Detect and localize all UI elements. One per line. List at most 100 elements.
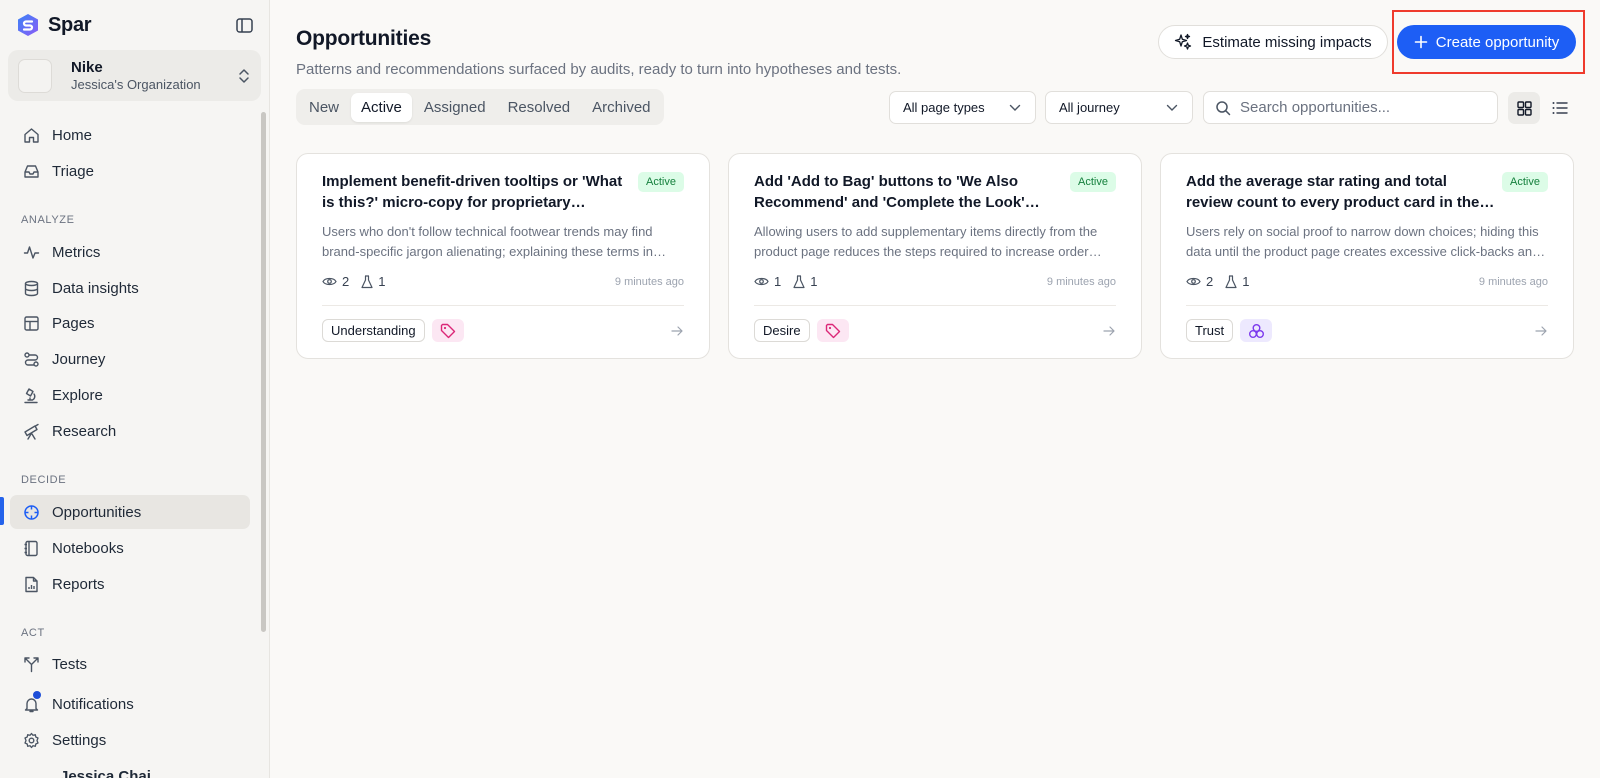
section-label-act: ACT bbox=[21, 627, 45, 639]
card-description: Users who don't follow technical footwea… bbox=[322, 224, 653, 259]
status-badge: Active bbox=[1502, 172, 1548, 192]
telescope-icon bbox=[22, 422, 40, 440]
tab-new[interactable]: New bbox=[299, 93, 349, 122]
brand-name: Spar bbox=[48, 13, 92, 36]
arrow-right-icon[interactable] bbox=[1102, 324, 1116, 338]
sidebar-item-label: Explore bbox=[52, 386, 103, 404]
sidebar-item-explore[interactable]: Explore bbox=[10, 378, 250, 412]
user-menu[interactable]: Jessica Chai... bbox=[60, 768, 163, 778]
sidebar-toggle-icon bbox=[235, 17, 253, 33]
activity-icon bbox=[22, 243, 40, 261]
estimate-label: Estimate missing impacts bbox=[1202, 33, 1372, 51]
sidebar-item-notifications[interactable]: Notifications bbox=[10, 687, 250, 721]
sidebar-item-tests[interactable]: Tests bbox=[10, 647, 250, 681]
microscope-icon bbox=[22, 386, 40, 404]
active-indicator bbox=[0, 497, 4, 525]
layout-icon bbox=[22, 314, 40, 332]
sidebar-item-data-insights[interactable]: Data insights bbox=[10, 271, 250, 305]
eye-icon bbox=[322, 277, 337, 286]
sidebar-item-notebooks[interactable]: Notebooks bbox=[10, 531, 250, 565]
circles-icon bbox=[1240, 319, 1273, 342]
sidebar-item-label: Opportunities bbox=[52, 503, 142, 521]
sidebar-item-label: Pages bbox=[52, 314, 95, 332]
views-count: 2 bbox=[342, 274, 350, 289]
card-stats: 1 1 bbox=[754, 274, 823, 289]
notebook-icon bbox=[22, 539, 40, 557]
page-subtitle: Patterns and recommendations surfaced by… bbox=[296, 61, 902, 78]
status-badge: Active bbox=[638, 172, 684, 192]
tab-archived[interactable]: Archived bbox=[582, 93, 660, 122]
status-badge: Active bbox=[1070, 172, 1116, 192]
database-icon bbox=[22, 279, 40, 297]
opportunity-card[interactable]: Add 'Add to Bag' buttons to 'We Also Rec… bbox=[728, 153, 1142, 359]
sidebar-item-opportunities[interactable]: Opportunities bbox=[10, 495, 250, 529]
list-view-button[interactable] bbox=[1544, 92, 1576, 124]
category-tag: Understanding bbox=[322, 319, 425, 342]
search-box[interactable] bbox=[1203, 91, 1498, 124]
arrow-right-icon[interactable] bbox=[670, 324, 684, 338]
category-tag: Trust bbox=[1186, 319, 1234, 342]
card-title: Implement benefit-driven tooltips or 'Wh… bbox=[322, 173, 623, 211]
flask-icon bbox=[361, 274, 373, 288]
tag-icon bbox=[816, 319, 849, 342]
sidebar-item-reports[interactable]: Reports bbox=[10, 567, 250, 601]
sidebar-item-journey[interactable]: Journey bbox=[10, 342, 250, 376]
tests-count: 1 bbox=[1242, 274, 1250, 289]
brand[interactable]: Spar bbox=[16, 12, 92, 38]
grid-view-button[interactable] bbox=[1508, 92, 1540, 124]
org-switcher[interactable]: Nike Jessica's Organization bbox=[8, 50, 261, 101]
card-description: Users rely on social proof to narrow dow… bbox=[1186, 224, 1540, 259]
highlight-annotation bbox=[1392, 10, 1585, 74]
sparkles-icon bbox=[1175, 33, 1192, 50]
search-input[interactable] bbox=[1240, 99, 1490, 116]
sidebar-item-label: Triage bbox=[52, 162, 94, 180]
chevron-down-icon bbox=[1009, 104, 1021, 111]
card-stats: 2 1 bbox=[1186, 274, 1255, 289]
journey-select[interactable]: All journey bbox=[1045, 91, 1193, 124]
sidebar-item-label: Journey bbox=[52, 350, 106, 368]
sidebar-item-pages[interactable]: Pages bbox=[10, 306, 250, 340]
crosshair-icon bbox=[22, 503, 40, 521]
views-count: 2 bbox=[1206, 274, 1214, 289]
search-icon bbox=[1216, 100, 1231, 115]
sidebar-item-triage[interactable]: Triage bbox=[10, 154, 250, 188]
chevron-down-icon bbox=[1166, 104, 1178, 111]
main-content: Opportunities Patterns and recommendatio… bbox=[270, 0, 1600, 778]
tab-resolved[interactable]: Resolved bbox=[498, 93, 581, 122]
tests-count: 1 bbox=[378, 274, 386, 289]
list-icon bbox=[1552, 102, 1568, 114]
sidebar-item-label: Research bbox=[52, 422, 117, 440]
sidebar-item-settings[interactable]: Settings bbox=[10, 723, 250, 757]
sidebar: Spar Nike Jessica's Organization Home Tr… bbox=[0, 0, 270, 778]
grid-icon bbox=[1516, 100, 1532, 116]
inbox-icon bbox=[22, 162, 40, 180]
card-divider bbox=[1186, 305, 1548, 306]
sidebar-item-label: Metrics bbox=[52, 243, 101, 261]
sidebar-item-home[interactable]: Home bbox=[10, 118, 250, 152]
sidebar-item-research[interactable]: Research bbox=[10, 414, 250, 448]
sidebar-item-metrics[interactable]: Metrics bbox=[10, 235, 250, 269]
gear-icon bbox=[22, 731, 40, 749]
split-icon bbox=[22, 655, 40, 673]
card-timestamp: 9 minutes ago bbox=[1478, 276, 1548, 288]
estimate-missing-impacts-button[interactable]: Estimate missing impacts bbox=[1158, 25, 1388, 59]
page-title: Opportunities bbox=[296, 27, 432, 50]
tab-assigned[interactable]: Assigned bbox=[414, 93, 496, 122]
opportunity-card[interactable]: Add the average star rating and total re… bbox=[1160, 153, 1574, 359]
tab-active[interactable]: Active bbox=[351, 92, 412, 122]
card-divider bbox=[754, 305, 1116, 306]
org-subtitle: Jessica's Organization bbox=[71, 77, 201, 92]
sidebar-item-label: Home bbox=[52, 126, 93, 144]
sidebar-toggle-button[interactable] bbox=[234, 15, 254, 35]
eye-icon bbox=[754, 277, 769, 286]
bell-icon bbox=[22, 691, 41, 713]
card-timestamp: 9 minutes ago bbox=[1046, 276, 1116, 288]
opportunity-card[interactable]: Implement benefit-driven tooltips or 'Wh… bbox=[296, 153, 710, 359]
notification-dot bbox=[33, 691, 41, 699]
status-tabs: New Active Assigned Resolved Archived bbox=[296, 89, 664, 125]
sidebar-scrollbar[interactable] bbox=[261, 112, 266, 632]
arrow-right-icon[interactable] bbox=[1534, 324, 1548, 338]
spar-logo-icon bbox=[18, 14, 38, 36]
card-description: Allowing users to add supplementary item… bbox=[754, 224, 1098, 259]
page-type-select[interactable]: All page types bbox=[889, 91, 1036, 124]
